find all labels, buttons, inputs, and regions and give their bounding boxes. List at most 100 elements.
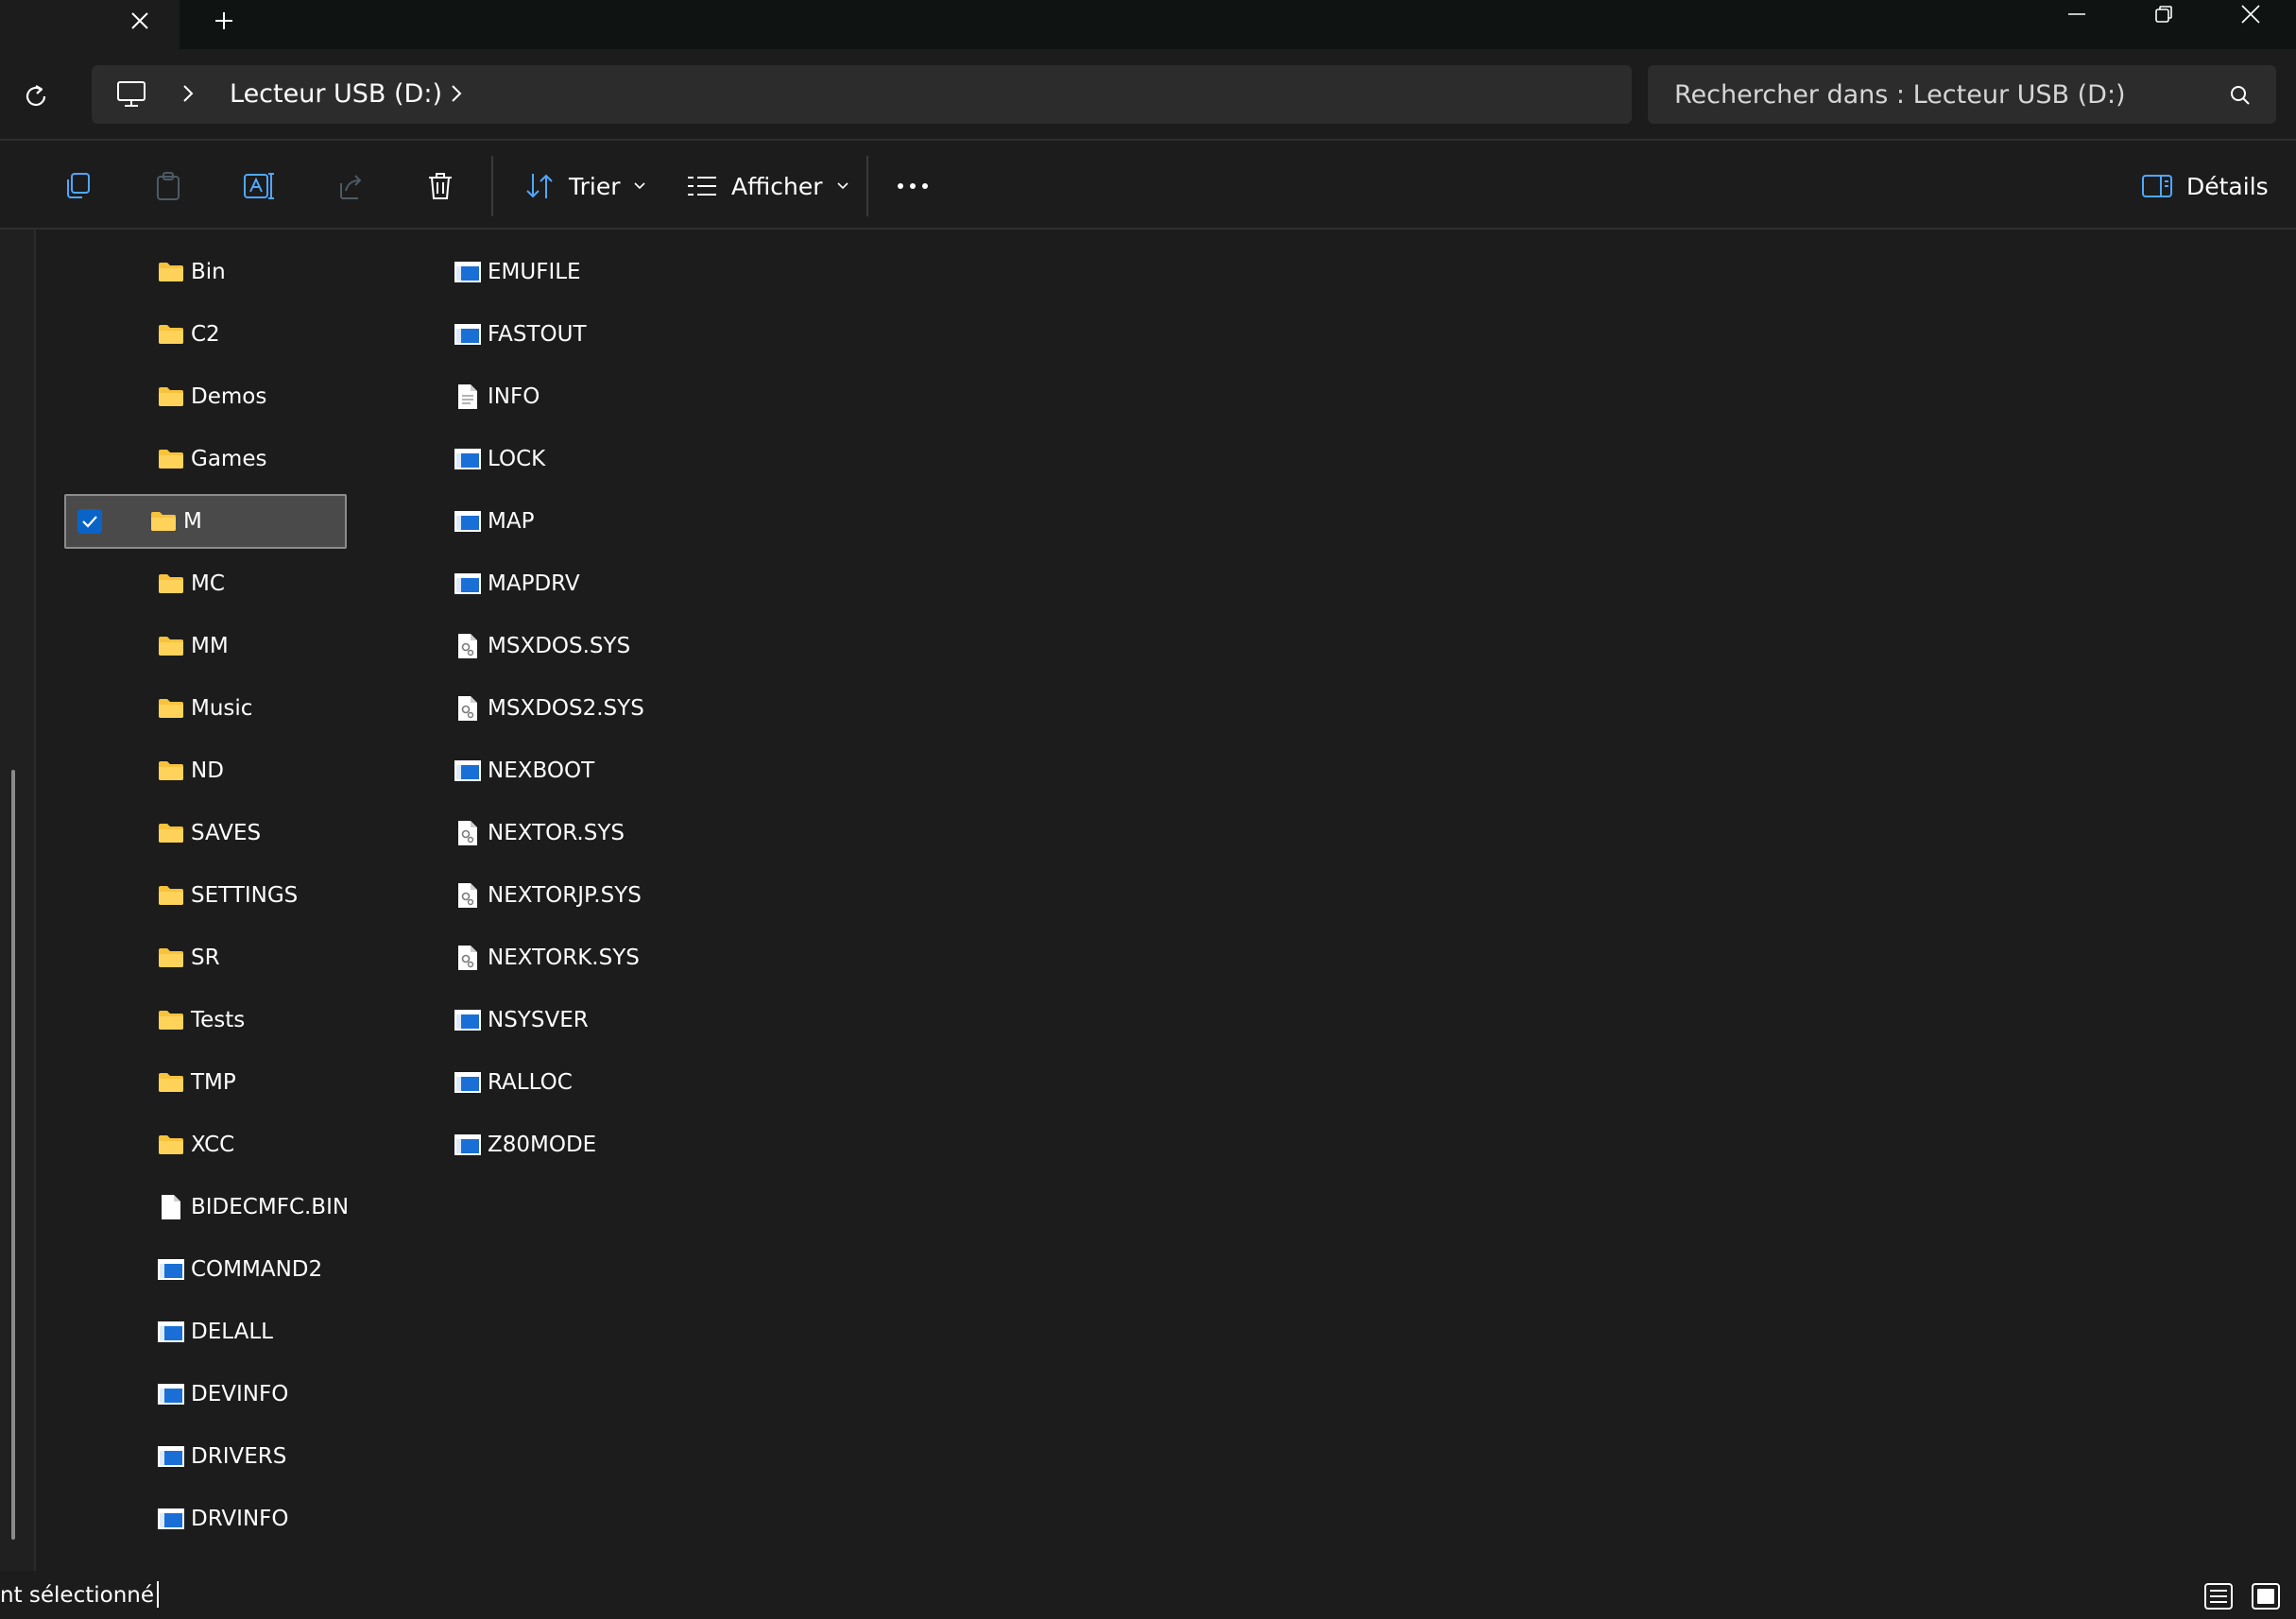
refresh-icon[interactable] bbox=[13, 74, 59, 119]
application-icon bbox=[452, 445, 484, 473]
file-item[interactable]: SAVES bbox=[64, 806, 263, 861]
file-item[interactable]: Tests bbox=[64, 993, 247, 1048]
system-file-icon bbox=[452, 881, 484, 910]
breadcrumb-usb-drive[interactable]: Lecteur USB (D:) bbox=[230, 77, 442, 111]
breadcrumb-expand-chevron-icon[interactable] bbox=[444, 79, 469, 108]
document-icon bbox=[155, 1193, 187, 1221]
application-icon bbox=[155, 1318, 187, 1346]
application-icon bbox=[452, 1131, 484, 1159]
details-pane-button[interactable]: Détails bbox=[2133, 162, 2276, 211]
file-name: INFO bbox=[488, 384, 540, 409]
file-item[interactable]: NEXTOR.SYS bbox=[450, 806, 626, 861]
file-item[interactable]: LOCK bbox=[450, 432, 547, 486]
file-item[interactable]: BIDECMFC.BIN bbox=[64, 1180, 351, 1235]
file-item[interactable]: MAP bbox=[450, 494, 536, 549]
share-icon[interactable] bbox=[325, 162, 374, 211]
toolbar-separator bbox=[491, 156, 493, 216]
minimize-icon[interactable] bbox=[2033, 0, 2120, 28]
file-name: NSYSVER bbox=[488, 1008, 589, 1032]
file-name: Bin bbox=[191, 260, 226, 284]
file-item[interactable]: Music bbox=[64, 681, 254, 736]
breadcrumb-chevron-icon[interactable] bbox=[176, 79, 200, 108]
file-item[interactable]: Z80MODE bbox=[450, 1117, 598, 1172]
application-icon bbox=[155, 1380, 187, 1408]
copy-icon[interactable] bbox=[53, 162, 102, 211]
file-item[interactable]: FASTOUT bbox=[450, 307, 589, 362]
system-file-icon bbox=[452, 944, 484, 972]
delete-icon[interactable] bbox=[416, 162, 465, 211]
application-icon bbox=[452, 320, 484, 349]
system-file-icon bbox=[452, 632, 484, 660]
rename-icon[interactable] bbox=[234, 162, 283, 211]
file-item[interactable]: NSYSVER bbox=[450, 993, 591, 1048]
folder-icon bbox=[155, 570, 187, 598]
file-name: BIDECMFC.BIN bbox=[191, 1195, 350, 1219]
file-item[interactable]: DELALL bbox=[64, 1304, 275, 1359]
folder-icon bbox=[155, 383, 187, 411]
file-name: MSXDOS2.SYS bbox=[488, 696, 644, 721]
sort-button[interactable]: Trier bbox=[516, 162, 654, 211]
file-item[interactable]: SETTINGS bbox=[64, 868, 300, 923]
file-item[interactable]: SR bbox=[64, 930, 222, 985]
file-item[interactable]: DEVINFO bbox=[64, 1367, 290, 1422]
file-item[interactable]: DRVINFO bbox=[64, 1491, 291, 1546]
search-input[interactable] bbox=[1674, 76, 2203, 113]
file-item[interactable]: DRIVERS bbox=[64, 1429, 288, 1484]
view-button[interactable]: Afficher bbox=[678, 162, 857, 211]
file-item[interactable]: COMMAND2 bbox=[64, 1242, 324, 1297]
file-item[interactable]: Demos bbox=[64, 369, 268, 424]
navigation-pane-edge bbox=[0, 230, 36, 1571]
folder-icon bbox=[147, 507, 180, 536]
file-name: Music bbox=[191, 696, 253, 721]
file-item[interactable]: RALLOC bbox=[450, 1055, 574, 1110]
details-pane-icon bbox=[2142, 175, 2172, 197]
file-item[interactable]: C2 bbox=[64, 307, 222, 362]
file-item[interactable]: MM bbox=[64, 619, 231, 673]
sort-label: Trier bbox=[569, 172, 621, 200]
file-item[interactable]: ND bbox=[64, 743, 226, 798]
large-icons-view-icon[interactable] bbox=[2249, 1579, 2283, 1613]
this-pc-icon[interactable] bbox=[111, 77, 151, 111]
file-item[interactable]: MSXDOS2.SYS bbox=[450, 681, 646, 736]
file-name: DRIVERS bbox=[191, 1444, 287, 1469]
file-item[interactable]: M bbox=[64, 494, 347, 549]
file-name: Demos bbox=[191, 384, 267, 409]
folder-icon bbox=[155, 819, 187, 847]
file-name: MAP bbox=[488, 509, 535, 534]
file-name: RALLOC bbox=[488, 1070, 573, 1095]
status-selection-text: nt sélectionné bbox=[0, 1583, 155, 1608]
search-icon[interactable] bbox=[2222, 77, 2258, 113]
file-item[interactable]: TMP bbox=[64, 1055, 238, 1110]
close-tab-icon[interactable] bbox=[121, 2, 159, 40]
divider bbox=[0, 228, 2296, 230]
file-item[interactable]: MC bbox=[64, 556, 227, 611]
new-tab-plus-icon[interactable] bbox=[204, 2, 244, 40]
file-item[interactable]: XCC bbox=[64, 1117, 236, 1172]
application-icon bbox=[452, 507, 484, 536]
scrollbar-thumb[interactable] bbox=[11, 770, 15, 1540]
chevron-down-icon bbox=[634, 182, 646, 190]
restore-icon[interactable] bbox=[2120, 0, 2207, 28]
file-item[interactable]: Games bbox=[64, 432, 268, 486]
file-name: DRVINFO bbox=[191, 1507, 289, 1531]
file-item[interactable]: MAPDRV bbox=[450, 556, 582, 611]
file-item[interactable]: Bin bbox=[64, 245, 228, 299]
file-item[interactable]: NEXTORK.SYS bbox=[450, 930, 642, 985]
close-window-icon[interactable] bbox=[2207, 0, 2294, 28]
file-name: LOCK bbox=[488, 447, 546, 471]
view-list-icon bbox=[688, 177, 716, 196]
file-item[interactable]: MSXDOS.SYS bbox=[450, 619, 632, 673]
file-item[interactable]: NEXTORJP.SYS bbox=[450, 868, 643, 923]
selection-checkbox-icon[interactable] bbox=[76, 507, 104, 536]
file-item[interactable]: INFO bbox=[450, 369, 541, 424]
paste-icon[interactable] bbox=[144, 162, 193, 211]
file-name: DELALL bbox=[191, 1320, 273, 1344]
details-view-icon[interactable] bbox=[2202, 1579, 2236, 1613]
file-name: C2 bbox=[191, 322, 220, 347]
file-item[interactable]: NEXBOOT bbox=[450, 743, 596, 798]
more-options-icon[interactable] bbox=[888, 162, 937, 211]
details-label: Détails bbox=[2186, 172, 2269, 200]
file-item[interactable]: EMUFILE bbox=[450, 245, 583, 299]
application-icon bbox=[155, 1442, 187, 1471]
file-name: MM bbox=[191, 634, 229, 658]
